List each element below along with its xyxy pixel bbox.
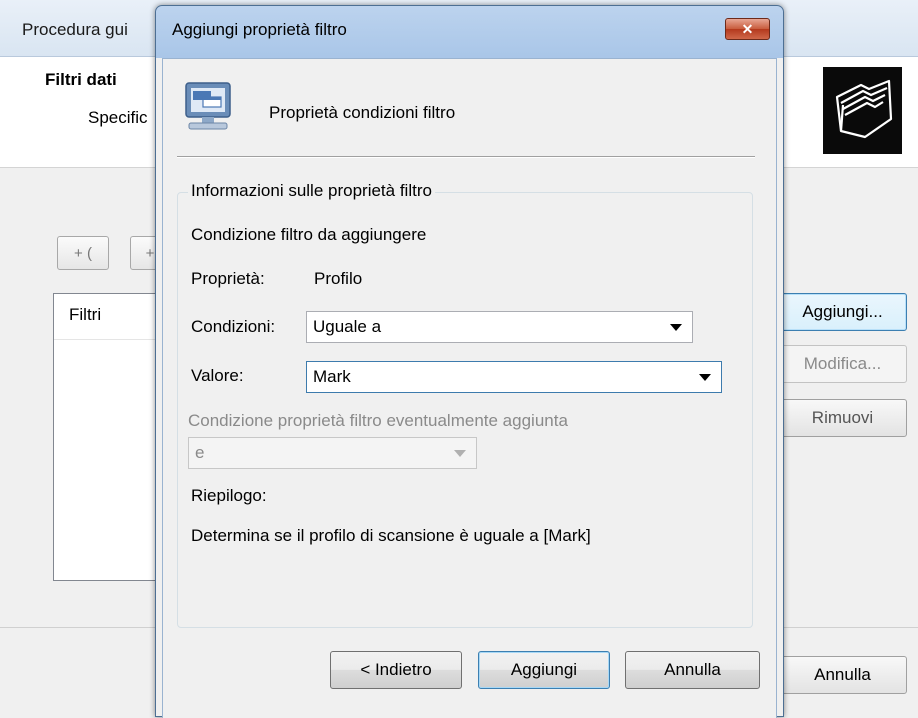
value-selected-value: Mark — [313, 367, 351, 386]
dialog-title: Aggiungi proprietà filtro — [172, 20, 347, 39]
background-heading: Filtri dati — [45, 70, 117, 89]
close-button[interactable]: ✕ — [725, 18, 770, 40]
groupbox-label: Informazioni sulle proprietà filtro — [188, 181, 435, 201]
filters-list[interactable]: Filtri — [53, 293, 163, 581]
background-subheading: Specific — [88, 108, 148, 127]
cancel-button-label: Annulla — [664, 660, 721, 679]
filter-properties-groupbox — [177, 192, 753, 628]
dialog-heading: Proprietà condizioni filtro — [269, 103, 456, 122]
back-button-label: < Indietro — [360, 660, 432, 679]
computer-icon — [183, 80, 231, 132]
background-add-label: Aggiungi... — [802, 302, 883, 321]
cancel-button[interactable]: Annulla — [625, 651, 760, 689]
dialog-heading-separator — [177, 156, 755, 157]
filters-list-header[interactable]: Filtri — [54, 294, 162, 340]
value-label: Valore: — [191, 366, 244, 385]
add-button-label: Aggiungi — [510, 660, 578, 679]
background-cancel-label: Annulla — [814, 665, 871, 684]
background-remove-label: Rimuovi — [811, 408, 874, 427]
property-label: Proprietà: — [191, 269, 265, 288]
background-window-title: Procedura gui — [22, 20, 128, 39]
chevron-down-icon — [454, 450, 466, 457]
close-icon: ✕ — [741, 20, 754, 37]
additional-condition-label: Condizione proprietà filtro eventualment… — [188, 411, 568, 430]
background-cancel-button[interactable]: Annulla — [778, 656, 907, 694]
background-edit-label: Modifica... — [803, 354, 882, 373]
summary-label: Riepilogo: — [191, 486, 267, 505]
chevron-down-icon — [699, 374, 711, 381]
conditions-selected-value: Uguale a — [313, 317, 382, 336]
folders-icon — [823, 67, 902, 154]
additional-condition-dropdown: e — [188, 437, 477, 469]
additional-condition-value: e — [195, 443, 205, 462]
open-paren-button[interactable]: + ( — [57, 236, 109, 270]
summary-text: Determina se il profilo di scansione è u… — [191, 526, 591, 545]
background-remove-button[interactable]: Rimuovi — [778, 399, 907, 437]
add-button[interactable]: Aggiungi — [478, 651, 610, 689]
background-edit-button: Modifica... — [778, 345, 907, 383]
property-value: Profilo — [314, 269, 363, 288]
value-combobox[interactable]: Mark — [306, 361, 722, 393]
background-add-button[interactable]: Aggiungi... — [778, 293, 907, 331]
conditions-label: Condizioni: — [191, 317, 276, 336]
conditions-dropdown[interactable]: Uguale a — [306, 311, 693, 343]
back-button[interactable]: < Indietro — [330, 651, 462, 689]
condition-to-add-label: Condizione filtro da aggiungere — [191, 225, 427, 244]
chevron-down-icon — [670, 324, 682, 331]
